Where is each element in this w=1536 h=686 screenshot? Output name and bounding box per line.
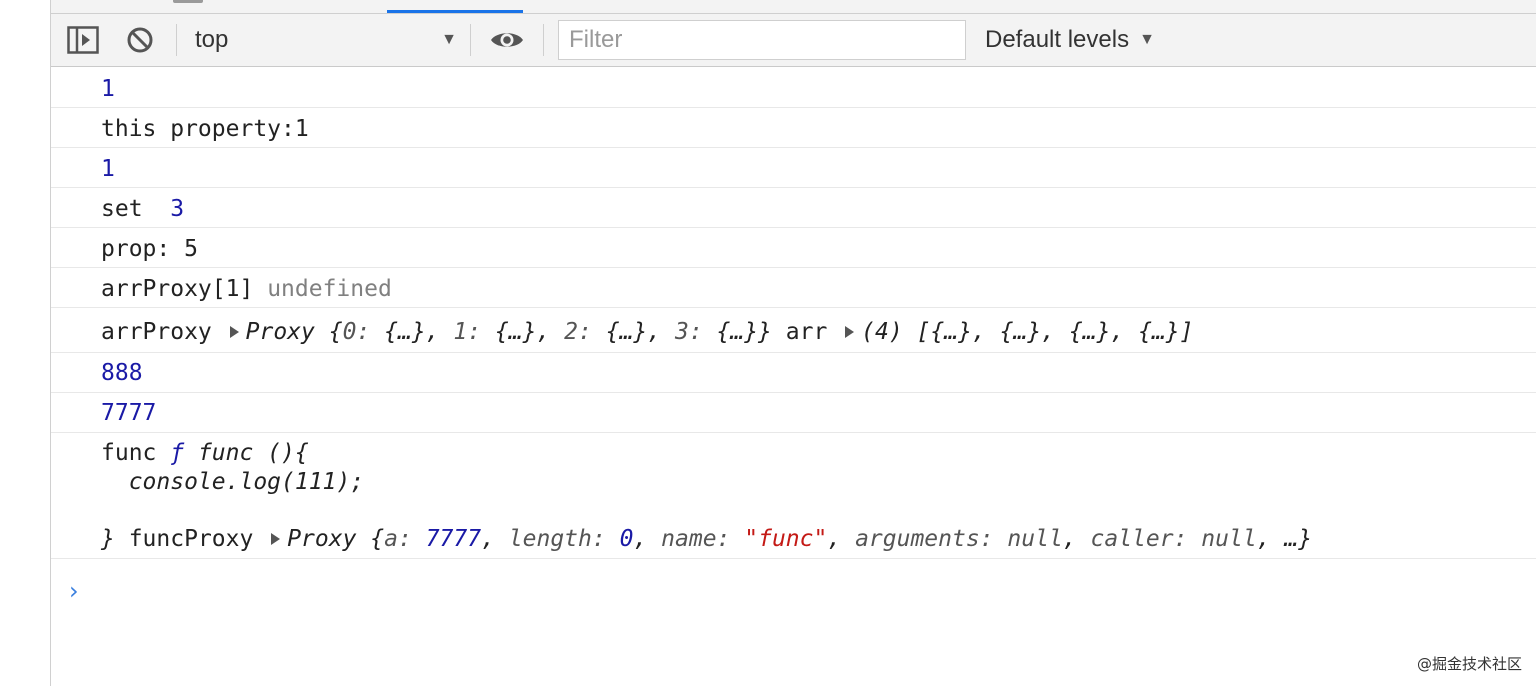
object-value: 7777 [425, 526, 482, 552]
context-selector[interactable]: top ▼ [195, 14, 457, 66]
array-object[interactable]: (4) [{…}, {…}, {…}, {…}] [841, 319, 1194, 345]
array-preview: (4) [{…}, {…}, {…}, {…}] [861, 319, 1194, 345]
console-message: 1 [51, 148, 1536, 188]
log-value: 1 [101, 76, 115, 102]
eye-icon [491, 33, 523, 47]
devtools-tab-strip [51, 0, 1536, 14]
log-undefined: undefined [267, 276, 392, 302]
function-source: console.log(111); [101, 469, 365, 495]
log-text: set [101, 196, 143, 222]
console-message: arrProxy Proxy {0: {…}, 1: {…}, 2: {…}, … [51, 308, 1536, 353]
context-label: top [195, 26, 229, 53]
object-preview: Proxy { [287, 526, 385, 552]
toolbar-divider [470, 24, 471, 56]
expand-triangle-icon[interactable] [271, 532, 281, 545]
dropdown-arrow-icon: ▼ [1139, 31, 1155, 48]
object-value: {…}, [481, 319, 565, 345]
object-value: "func" [744, 526, 828, 552]
dropdown-arrow-icon: ▼ [441, 31, 457, 48]
log-text: prop: 5 [101, 236, 198, 262]
object-key: 2: [564, 319, 592, 345]
object-value: …} [1284, 526, 1313, 552]
object-preview: Proxy { [245, 319, 343, 345]
object-key: 3: [674, 319, 703, 345]
tab-icon[interactable] [173, 0, 203, 3]
live-expression-button[interactable] [489, 14, 525, 66]
filter-input[interactable] [559, 21, 965, 59]
arrproxy-object[interactable]: Proxy {0: {…}, 1: {…}, 2: {…}, 3: {…}} [226, 319, 772, 345]
console-message: prop: 5 [51, 228, 1536, 268]
log-value: 1 [101, 156, 115, 182]
console-message: set 3 [51, 188, 1536, 228]
console-message: arrProxy[1] undefined [51, 268, 1536, 308]
toolbar-divider [176, 24, 177, 56]
funcproxy-object[interactable]: Proxy {a: 7777, length: 0, name: "func",… [267, 526, 1312, 552]
object-value: null [1007, 526, 1063, 552]
object-key: name: [661, 526, 731, 552]
sidebar-toggle-icon [67, 26, 99, 54]
console-message: 7777 [51, 393, 1536, 433]
object-key: length: [508, 526, 606, 552]
show-sidebar-button[interactable] [67, 14, 99, 66]
tab-console-active[interactable] [387, 10, 523, 13]
log-value: 3 [170, 196, 185, 222]
clear-console-button[interactable] [126, 14, 154, 66]
object-key: caller: [1090, 526, 1188, 552]
object-value: {…}, [591, 319, 675, 345]
object-key: 1: [453, 319, 482, 345]
log-value: 888 [101, 360, 143, 386]
console-message: 1 [51, 67, 1536, 108]
log-value: 7777 [101, 400, 157, 426]
object-value: {…}} [702, 319, 772, 345]
clear-console-icon [127, 27, 153, 53]
log-text: funcProxy [114, 526, 254, 552]
object-key: arguments: [855, 526, 994, 552]
left-gutter [0, 0, 51, 686]
console-message: func ƒ func (){ console.log(111); } func… [51, 433, 1536, 559]
function-source: } [101, 526, 115, 552]
log-levels-label: Default levels [985, 26, 1130, 53]
console-message: this property:1 [51, 108, 1536, 148]
object-value: {…}, [370, 319, 454, 345]
filter-box [558, 20, 966, 60]
console-prompt-chevron-icon[interactable]: › [69, 577, 79, 605]
expand-triangle-icon[interactable] [845, 325, 855, 338]
log-text: arrProxy [101, 319, 212, 345]
console-message: 888 [51, 353, 1536, 393]
log-levels-dropdown[interactable]: Default levels ▼ [985, 14, 1155, 66]
object-key: a: [384, 526, 412, 552]
object-key: 0: [342, 319, 371, 345]
console-toolbar: top ▼ Default levels ▼ [51, 14, 1536, 67]
toolbar-divider [543, 24, 544, 56]
log-text: arrProxy[1] [101, 276, 254, 302]
watermark: @掘金技术社区 [1416, 655, 1522, 673]
object-value: 0 [619, 526, 634, 552]
log-text: this property:1 [101, 116, 309, 142]
object-value: null [1201, 526, 1257, 552]
expand-triangle-icon[interactable] [229, 325, 239, 338]
log-text: arr [771, 319, 828, 345]
